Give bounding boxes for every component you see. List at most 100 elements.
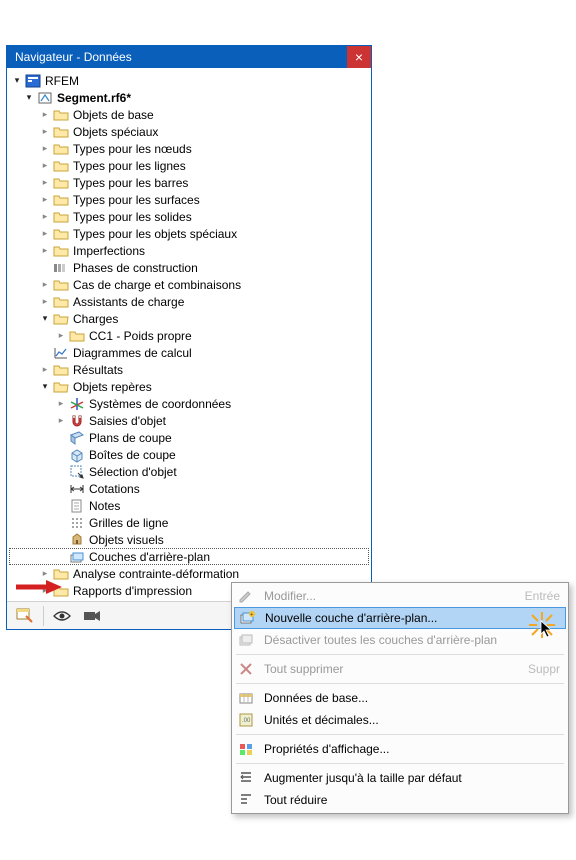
- svg-text:+: +: [250, 612, 253, 618]
- item-label: Objets de base: [73, 108, 154, 122]
- tool-camera-icon[interactable]: [78, 604, 106, 628]
- ctx-label: Modifier...: [264, 589, 525, 603]
- caret-down-icon[interactable]: ▾: [39, 313, 51, 325]
- folder-icon: [53, 209, 69, 225]
- ctx-label: Propriétés d'affichage...: [264, 742, 560, 756]
- tree-item[interactable]: ▸ Objets visuels: [9, 531, 369, 548]
- caret-right-icon[interactable]: ▸: [39, 245, 51, 257]
- tree-item[interactable]: ▸ Types pour les objets spéciaux: [9, 225, 369, 242]
- tree-item[interactable]: ▸ Types pour les nœuds: [9, 140, 369, 157]
- tree-item[interactable]: ▸ Phases de construction: [9, 259, 369, 276]
- caret-right-icon[interactable]: ▸: [39, 194, 51, 206]
- ctx-label: Unités et décimales...: [264, 713, 560, 727]
- folder-icon: [53, 192, 69, 208]
- ctx-new-layer[interactable]: + Nouvelle couche d'arrière-plan...: [234, 607, 566, 629]
- tree-item[interactable]: ▸ Sélection d'objet: [9, 463, 369, 480]
- caret-right-icon[interactable]: ▸: [39, 228, 51, 240]
- item-label: Couches d'arrière-plan: [89, 550, 210, 564]
- folder-icon: [69, 328, 85, 344]
- tool-eye-icon[interactable]: [48, 604, 76, 628]
- tree-item[interactable]: ▸ Cas de charge et combinaisons: [9, 276, 369, 293]
- tree-item[interactable]: ▸ Diagrammes de calcul: [9, 344, 369, 361]
- ctx-display-props[interactable]: Propriétés d'affichage...: [234, 738, 566, 760]
- new-layer-icon: +: [237, 609, 257, 627]
- item-label: Types pour les lignes: [73, 159, 186, 173]
- tree-item-objets-reperes[interactable]: ▾ Objets repères: [9, 378, 369, 395]
- tree-item[interactable]: ▸ Types pour les barres: [9, 174, 369, 191]
- caret-right-icon[interactable]: ▸: [55, 330, 67, 342]
- caret-right-icon[interactable]: ▸: [55, 398, 67, 410]
- item-label: Rapports d'impression: [73, 584, 192, 598]
- tree-item[interactable]: ▸ Boîtes de coupe: [9, 446, 369, 463]
- tool-dialog-icon[interactable]: [11, 604, 39, 628]
- tree-item[interactable]: ▸ Résultats: [9, 361, 369, 378]
- caret-down-icon[interactable]: ▾: [11, 75, 23, 87]
- folder-icon: [53, 107, 69, 123]
- folder-icon: [53, 362, 69, 378]
- close-button[interactable]: ×: [347, 46, 371, 68]
- tree-item[interactable]: ▸ Couches d'arrière-plan: [9, 548, 369, 565]
- caret-right-icon[interactable]: ▸: [39, 211, 51, 223]
- item-label: Plans de coupe: [89, 431, 172, 445]
- magnet-icon: [69, 413, 85, 429]
- ctx-units[interactable]: .00 Unités et décimales...: [234, 709, 566, 731]
- tree-item[interactable]: ▸ Systèmes de coordonnées: [9, 395, 369, 412]
- tree-file-node[interactable]: ▾ Segment.rf6*: [9, 89, 369, 106]
- item-label: Sélection d'objet: [89, 465, 177, 479]
- ctx-separator: [236, 734, 564, 735]
- tree-item[interactable]: ▸ Analyse contrainte-déformation: [9, 565, 369, 582]
- folder-icon: [53, 124, 69, 140]
- folder-icon: [53, 141, 69, 157]
- caret-right-icon[interactable]: ▸: [39, 126, 51, 138]
- tree-root-rfem[interactable]: ▾ RFEM: [9, 72, 369, 89]
- caret-right-icon[interactable]: ▸: [39, 585, 51, 597]
- tree-item[interactable]: ▸ Assistants de charge: [9, 293, 369, 310]
- selection-icon: [69, 464, 85, 480]
- caret-down-icon[interactable]: ▾: [39, 381, 51, 393]
- ctx-expand[interactable]: Augmenter jusqu'à la taille par défaut: [234, 767, 566, 789]
- caret-right-icon[interactable]: ▸: [39, 160, 51, 172]
- ctx-label: Données de base...: [264, 691, 560, 705]
- tree-item[interactable]: ▸ Imperfections: [9, 242, 369, 259]
- tree-item[interactable]: ▸ Notes: [9, 497, 369, 514]
- folder-icon: [53, 277, 69, 293]
- tree-item-charges[interactable]: ▾ Charges: [9, 310, 369, 327]
- tree-item[interactable]: ▸ Types pour les surfaces: [9, 191, 369, 208]
- ctx-base-data[interactable]: Données de base...: [234, 687, 566, 709]
- model-icon: [37, 90, 53, 106]
- tree-item[interactable]: ▸ Plans de coupe: [9, 429, 369, 446]
- caret-right-icon[interactable]: ▸: [39, 296, 51, 308]
- folder-open-icon: [53, 311, 69, 327]
- delete-icon: [236, 660, 256, 678]
- item-label: Saisies d'objet: [89, 414, 166, 428]
- caret-right-icon[interactable]: ▸: [39, 568, 51, 580]
- tree-item[interactable]: ▸ Types pour les solides: [9, 208, 369, 225]
- tree-item[interactable]: ▸ Grilles de ligne: [9, 514, 369, 531]
- folder-icon: [53, 175, 69, 191]
- item-label: Notes: [89, 499, 120, 513]
- caret-right-icon[interactable]: ▸: [39, 364, 51, 376]
- caret-right-icon[interactable]: ▸: [55, 415, 67, 427]
- caret-down-icon[interactable]: ▾: [23, 92, 35, 104]
- caret-right-icon[interactable]: ▸: [39, 143, 51, 155]
- item-label: Types pour les objets spéciaux: [73, 227, 237, 241]
- disable-icon: [236, 631, 256, 649]
- titlebar[interactable]: Navigateur - Données ×: [7, 46, 371, 68]
- caret-right-icon[interactable]: ▸: [39, 177, 51, 189]
- item-label: Charges: [73, 312, 118, 326]
- ctx-collapse[interactable]: Tout réduire: [234, 789, 566, 811]
- caret-right-icon[interactable]: ▸: [39, 279, 51, 291]
- tree-item-cc1[interactable]: ▸ CC1 - Poids propre: [9, 327, 369, 344]
- context-menu: Modifier... Entrée + Nouvelle couche d'a…: [231, 582, 569, 814]
- tree-item[interactable]: ▸ Saisies d'objet: [9, 412, 369, 429]
- tree-item[interactable]: ▸ Cotations: [9, 480, 369, 497]
- caret-right-icon[interactable]: ▸: [39, 109, 51, 121]
- visual-icon: [69, 532, 85, 548]
- tree-item[interactable]: ▸ Objets de base: [9, 106, 369, 123]
- item-label: Grilles de ligne: [89, 516, 168, 530]
- item-label: Objets spéciaux: [73, 125, 158, 139]
- tree-item[interactable]: ▸ Objets spéciaux: [9, 123, 369, 140]
- item-label: Imperfections: [73, 244, 145, 258]
- tree-item[interactable]: ▸ Types pour les lignes: [9, 157, 369, 174]
- item-label: Boîtes de coupe: [89, 448, 176, 462]
